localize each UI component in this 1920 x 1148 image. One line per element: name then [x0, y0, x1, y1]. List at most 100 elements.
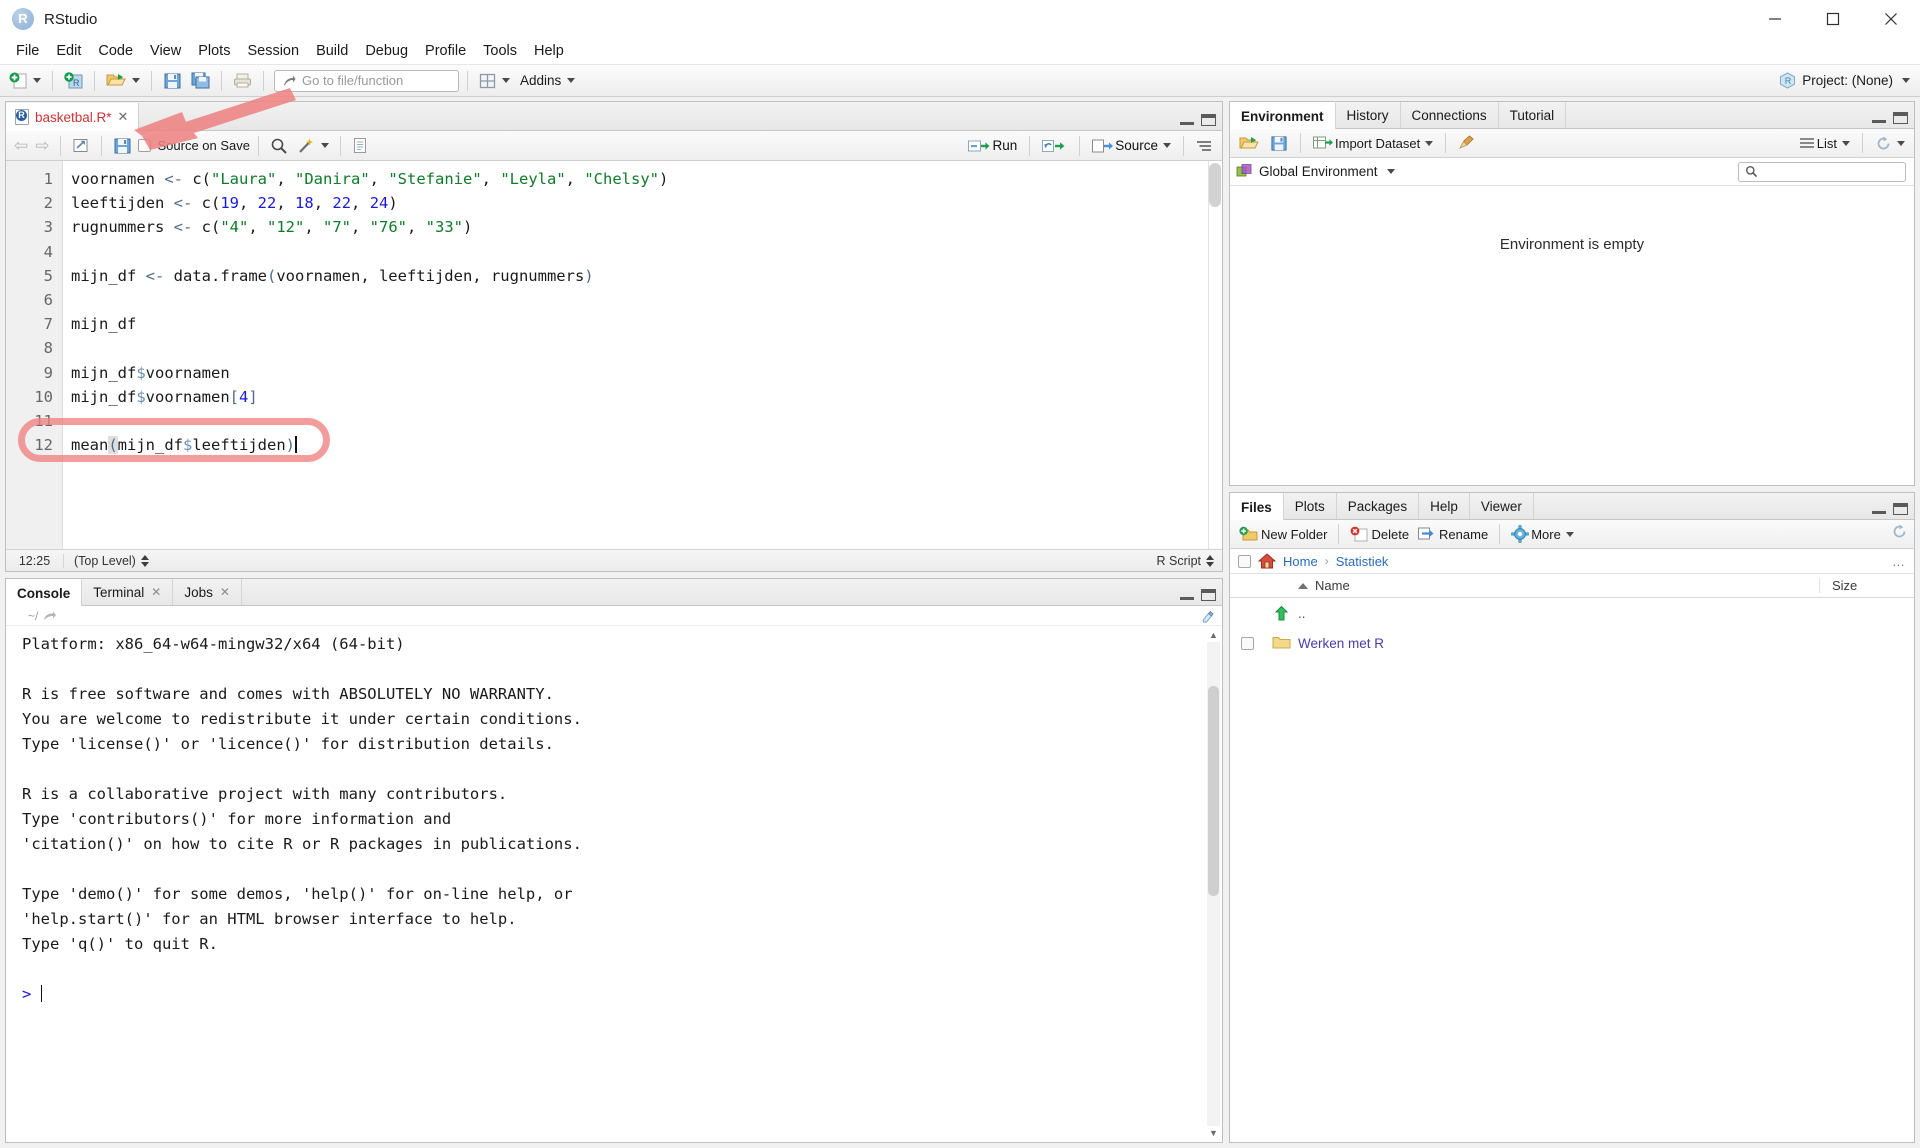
new-file-caret-icon[interactable] [33, 78, 41, 83]
tab-packages[interactable]: Packages [1337, 493, 1420, 519]
editor-scrollbar[interactable] [1208, 161, 1222, 549]
refresh-caret-icon[interactable] [1897, 140, 1905, 146]
workspace-panes-caret-icon[interactable] [502, 78, 510, 83]
run-button[interactable]: Run [965, 133, 1020, 159]
files-header-size[interactable]: Size [1819, 578, 1914, 593]
menu-plots[interactable]: Plots [190, 40, 238, 62]
workspace-panes-button[interactable] [476, 68, 513, 94]
open-file-caret-icon[interactable] [132, 78, 140, 83]
scope-updown-icon[interactable] [140, 554, 149, 567]
more-button[interactable]: More [1508, 521, 1577, 547]
minimize-pane-icon[interactable] [1180, 590, 1194, 600]
source-menu-button[interactable] [1193, 133, 1216, 159]
view-mode-caret-icon[interactable] [1842, 140, 1850, 146]
find-replace-button[interactable] [267, 133, 291, 159]
scroll-up-icon[interactable]: ▲ [1207, 628, 1220, 642]
addins-caret-icon[interactable] [567, 78, 576, 83]
menu-code[interactable]: Code [90, 40, 141, 62]
tab-jobs[interactable]: Jobs ✕ [173, 579, 242, 605]
maximize-button[interactable] [1804, 0, 1862, 38]
more-caret-icon[interactable] [1565, 531, 1574, 537]
forward-icon[interactable]: ⇨ [33, 136, 51, 156]
tab-files[interactable]: Files [1230, 493, 1284, 520]
minimize-button[interactable] [1746, 0, 1804, 38]
menu-edit[interactable]: Edit [48, 40, 89, 62]
tab-console[interactable]: Console [6, 579, 83, 606]
refresh-environment-button[interactable] [1872, 130, 1908, 156]
print-button[interactable] [230, 68, 255, 94]
close-button[interactable] [1862, 0, 1920, 38]
addins-label[interactable]: Addins [520, 73, 561, 88]
import-dataset-caret-icon[interactable] [1425, 140, 1434, 146]
import-dataset-button[interactable]: Import Dataset [1310, 130, 1436, 156]
save-button[interactable] [160, 68, 185, 94]
environment-scope-caret-icon[interactable] [1386, 169, 1395, 174]
console-scrollbar-thumb[interactable] [1208, 686, 1219, 896]
save-workspace-button[interactable] [1267, 130, 1291, 156]
menu-tools[interactable]: Tools [475, 40, 525, 62]
maximize-pane-icon[interactable] [1201, 589, 1216, 601]
close-terminal-icon[interactable]: ✕ [151, 585, 161, 599]
filetype-updown-icon[interactable] [1206, 554, 1214, 567]
tab-tutorial[interactable]: Tutorial [1499, 102, 1567, 128]
goto-file-function-input[interactable]: Go to file/function [274, 69, 459, 92]
back-icon[interactable]: ⇦ [12, 136, 30, 156]
minimize-pane-icon[interactable] [1180, 115, 1194, 125]
tab-help[interactable]: Help [1419, 493, 1470, 519]
editor-scrollbar-thumb[interactable] [1209, 163, 1221, 207]
tab-environment[interactable]: Environment [1230, 102, 1336, 129]
document-outline-button[interactable] [349, 133, 371, 159]
source-button[interactable]: Source [1089, 133, 1174, 159]
new-project-button[interactable]: R [61, 68, 86, 94]
rerun-button[interactable] [1039, 133, 1070, 159]
new-file-button[interactable] [6, 68, 44, 94]
save-all-button[interactable] [188, 68, 213, 94]
project-selector[interactable]: R Project: (None) [1779, 72, 1910, 89]
menu-file[interactable]: File [8, 40, 47, 62]
tab-viewer[interactable]: Viewer [1470, 493, 1534, 519]
file-link[interactable]: Werken met R [1298, 636, 1384, 651]
menu-session[interactable]: Session [239, 40, 307, 62]
menu-build[interactable]: Build [308, 40, 356, 62]
minimize-pane-icon[interactable] [1872, 504, 1886, 514]
code-tools-caret-icon[interactable] [321, 143, 330, 148]
files-header-name[interactable]: Name [1298, 578, 1819, 593]
tab-plots[interactable]: Plots [1284, 493, 1337, 519]
close-jobs-icon[interactable]: ✕ [220, 585, 230, 599]
breadcrumb-statistiek[interactable]: Statistiek [1336, 554, 1389, 569]
code-tools-button[interactable] [294, 133, 332, 159]
row-checkbox[interactable] [1230, 636, 1264, 650]
view-mode-button[interactable]: List [1796, 130, 1853, 156]
menu-profile[interactable]: Profile [417, 40, 474, 62]
delete-button[interactable]: Delete [1347, 521, 1412, 547]
save-source-button[interactable] [110, 133, 135, 159]
new-folder-button[interactable]: New Folder [1236, 521, 1330, 547]
clear-workspace-button[interactable] [1455, 130, 1479, 156]
menu-debug[interactable]: Debug [357, 40, 416, 62]
code-editor[interactable]: 1 2 3 4 5 6 7 8 9 10 11 12 voornamen <- … [6, 161, 1222, 549]
maximize-pane-icon[interactable] [1201, 114, 1216, 126]
source-caret-icon[interactable] [1163, 143, 1171, 148]
console-output[interactable]: Platform: x86_64-w64-mingw32/x64 (64-bit… [6, 626, 1222, 1142]
code-text-area[interactable]: voornamen <- c("Laura", "Danira", "Stefa… [63, 161, 1222, 549]
source-file-tab[interactable]: basketbal.R* ✕ [6, 103, 140, 131]
environment-search-input[interactable] [1738, 161, 1906, 182]
table-row[interactable]: Werken met R [1230, 628, 1914, 658]
scroll-down-icon[interactable]: ▼ [1207, 1126, 1220, 1140]
maximize-pane-icon[interactable] [1893, 503, 1908, 515]
file-name[interactable]: .. [1298, 606, 1306, 621]
scope-selector[interactable]: (Top Level) [64, 554, 149, 568]
filetype-selector[interactable]: R Script [1157, 554, 1214, 568]
load-workspace-button[interactable] [1236, 130, 1263, 156]
breadcrumb-home[interactable]: Home [1283, 554, 1318, 569]
maximize-pane-icon[interactable] [1893, 112, 1908, 124]
open-file-button[interactable] [103, 68, 143, 94]
breadcrumb-overflow[interactable]: … [1892, 554, 1906, 569]
tab-terminal[interactable]: Terminal ✕ [82, 579, 174, 605]
rename-button[interactable]: Rename [1415, 521, 1491, 547]
close-tab-icon[interactable]: ✕ [118, 109, 129, 125]
menu-view[interactable]: View [142, 40, 189, 62]
select-all-checkbox[interactable] [1238, 554, 1251, 568]
minimize-pane-icon[interactable] [1872, 113, 1886, 123]
tab-history[interactable]: History [1336, 102, 1401, 128]
